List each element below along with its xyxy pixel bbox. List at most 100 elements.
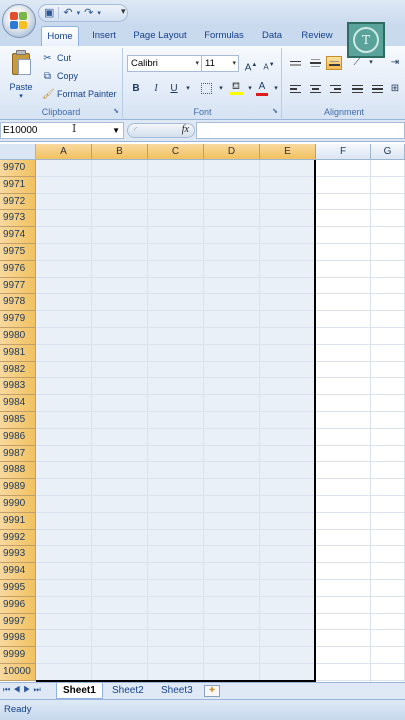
format-painter-button[interactable]: 🖌 Format Painter bbox=[42, 86, 117, 102]
tab-insert[interactable]: Insert bbox=[85, 26, 123, 46]
italic-button[interactable]: I bbox=[148, 81, 164, 97]
redo-icon[interactable]: ↷ bbox=[84, 7, 93, 19]
row-gridline bbox=[36, 646, 405, 648]
font-size-select[interactable]: 11 ▾ bbox=[201, 55, 239, 72]
tab-home[interactable]: Home bbox=[41, 26, 79, 46]
row-header[interactable]: 9973 bbox=[0, 210, 36, 228]
borders-button[interactable] bbox=[198, 81, 214, 97]
copy-button[interactable]: ⧉ Copy bbox=[42, 68, 78, 84]
worksheet-grid[interactable]: A B C D E F G 9970 9971 9972 9973 9974 9975 9976 9977 9… bbox=[0, 144, 405, 682]
column-header-b[interactable]: B bbox=[92, 144, 148, 160]
cut-button[interactable]: ✂ Cut bbox=[42, 50, 71, 66]
row-header[interactable]: 9982 bbox=[0, 361, 36, 379]
align-center-button[interactable] bbox=[307, 82, 323, 96]
row-header[interactable]: 9987 bbox=[0, 445, 36, 463]
align-top-button[interactable] bbox=[287, 56, 303, 70]
sheet-tab-3[interactable]: Sheet3 bbox=[155, 683, 199, 699]
insert-sheet-icon[interactable]: ✚ bbox=[204, 685, 220, 697]
row-gridline bbox=[36, 478, 405, 480]
column-header-e[interactable]: E bbox=[260, 144, 316, 160]
column-header-c[interactable]: C bbox=[148, 144, 204, 160]
row-gridline bbox=[36, 495, 405, 496]
row-header[interactable]: 9997 bbox=[0, 613, 36, 631]
font-color-dropdown-icon[interactable]: ▾ bbox=[268, 81, 284, 97]
save-icon[interactable]: ▣ bbox=[44, 7, 54, 19]
paste-button[interactable]: Paste ▾ bbox=[6, 50, 36, 100]
row-header[interactable]: 9991 bbox=[0, 512, 36, 530]
row-gridline bbox=[36, 394, 405, 396]
row-gridline bbox=[36, 360, 405, 362]
row-header[interactable]: 9984 bbox=[0, 395, 36, 412]
row-header[interactable]: 9994 bbox=[0, 563, 36, 580]
column-header-g[interactable]: G bbox=[371, 144, 405, 160]
scissors-icon: ✂ bbox=[43, 52, 52, 64]
grow-font-button[interactable]: A▲ bbox=[243, 57, 259, 73]
row-header[interactable]: 9990 bbox=[0, 496, 36, 513]
underline-dropdown-icon[interactable]: ▾ bbox=[180, 81, 196, 97]
row-header[interactable]: 9971 bbox=[0, 176, 36, 194]
column-header-d[interactable]: D bbox=[204, 144, 260, 160]
redo-dropdown-icon[interactable]: ▾ bbox=[97, 10, 101, 17]
row-header[interactable]: 9983 bbox=[0, 378, 36, 396]
row-header[interactable]: 9998 bbox=[0, 630, 36, 648]
row-header[interactable]: 9993 bbox=[0, 546, 36, 564]
tab-review[interactable]: Review bbox=[296, 26, 338, 46]
selection-border-right bbox=[314, 160, 316, 682]
row-header[interactable]: 9986 bbox=[0, 428, 36, 446]
row-header[interactable]: 9989 bbox=[0, 479, 36, 496]
shrink-font-button[interactable]: A▼ bbox=[261, 57, 277, 73]
formula-input[interactable] bbox=[196, 122, 405, 139]
merge-center-icon[interactable]: ⊞ bbox=[387, 81, 403, 97]
align-bottom-button[interactable] bbox=[326, 56, 342, 70]
row-header[interactable]: 9988 bbox=[0, 462, 36, 480]
insert-function-button[interactable]: fx bbox=[182, 124, 189, 135]
row-gridline bbox=[36, 528, 405, 530]
font-launcher-icon[interactable]: ⬊ bbox=[272, 107, 278, 115]
borders-dropdown-icon[interactable]: ▾ bbox=[213, 81, 229, 97]
paste-dropdown-icon[interactable]: ▾ bbox=[6, 92, 36, 100]
row-header[interactable]: 9996 bbox=[0, 596, 36, 614]
sheet-tab-2[interactable]: Sheet2 bbox=[106, 683, 150, 699]
row-header[interactable]: 9992 bbox=[0, 529, 36, 547]
tab-formulas[interactable]: Formulas bbox=[198, 26, 250, 46]
row-header[interactable]: 9980 bbox=[0, 328, 36, 345]
customize-qat-icon[interactable]: ▾ bbox=[121, 6, 126, 17]
undo-icon[interactable]: ↶ bbox=[63, 7, 72, 19]
row-header[interactable]: 9970 bbox=[0, 160, 36, 177]
office-button[interactable] bbox=[2, 4, 36, 38]
name-box[interactable]: E10000 ▼ bbox=[0, 122, 124, 139]
tab-page-layout[interactable]: Page Layout bbox=[128, 26, 192, 46]
row-header[interactable]: 9975 bbox=[0, 244, 36, 261]
tab-data[interactable]: Data bbox=[256, 26, 288, 46]
align-middle-button[interactable] bbox=[307, 56, 323, 70]
row-header[interactable]: 9972 bbox=[0, 193, 36, 211]
align-right-button[interactable] bbox=[327, 82, 343, 96]
row-header[interactable]: 9978 bbox=[0, 294, 36, 312]
undo-dropdown-icon[interactable]: ▾ bbox=[77, 10, 81, 17]
row-header[interactable]: 9985 bbox=[0, 412, 36, 429]
sheet-nav-arrows-icon[interactable]: ⏮◀▶⏭ bbox=[3, 685, 44, 695]
decrease-indent-button[interactable] bbox=[349, 82, 365, 96]
title-bar: ▣ ↶ ▾ ↷ ▾ ▾ bbox=[0, 0, 405, 38]
name-box-value: E10000 bbox=[3, 125, 38, 136]
column-header-a[interactable]: A bbox=[36, 144, 92, 160]
clipboard-launcher-icon[interactable]: ⬊ bbox=[113, 107, 119, 115]
row-header[interactable]: 9979 bbox=[0, 311, 36, 328]
row-header[interactable]: 9974 bbox=[0, 227, 36, 244]
wrap-text-icon[interactable]: ⇥ bbox=[387, 55, 403, 71]
bold-button[interactable]: B bbox=[128, 81, 144, 97]
text-cursor-icon: I bbox=[72, 122, 77, 135]
row-header[interactable]: 9999 bbox=[0, 647, 36, 664]
row-header[interactable]: 9995 bbox=[0, 580, 36, 597]
align-left-button[interactable] bbox=[287, 82, 303, 96]
row-header[interactable]: 9977 bbox=[0, 277, 36, 295]
sheet-tab-1[interactable]: Sheet1 bbox=[56, 683, 103, 699]
column-header-f[interactable]: F bbox=[316, 144, 371, 160]
alignment-group-label: Alignment bbox=[323, 107, 365, 117]
row-header[interactable]: 9981 bbox=[0, 344, 36, 362]
select-all-corner[interactable] bbox=[0, 144, 36, 160]
row-header[interactable]: 10000 bbox=[0, 664, 36, 681]
font-name-select[interactable]: Calibri ▾ bbox=[127, 55, 202, 72]
row-header[interactable]: 9976 bbox=[0, 260, 36, 278]
increase-indent-button[interactable] bbox=[369, 82, 385, 96]
